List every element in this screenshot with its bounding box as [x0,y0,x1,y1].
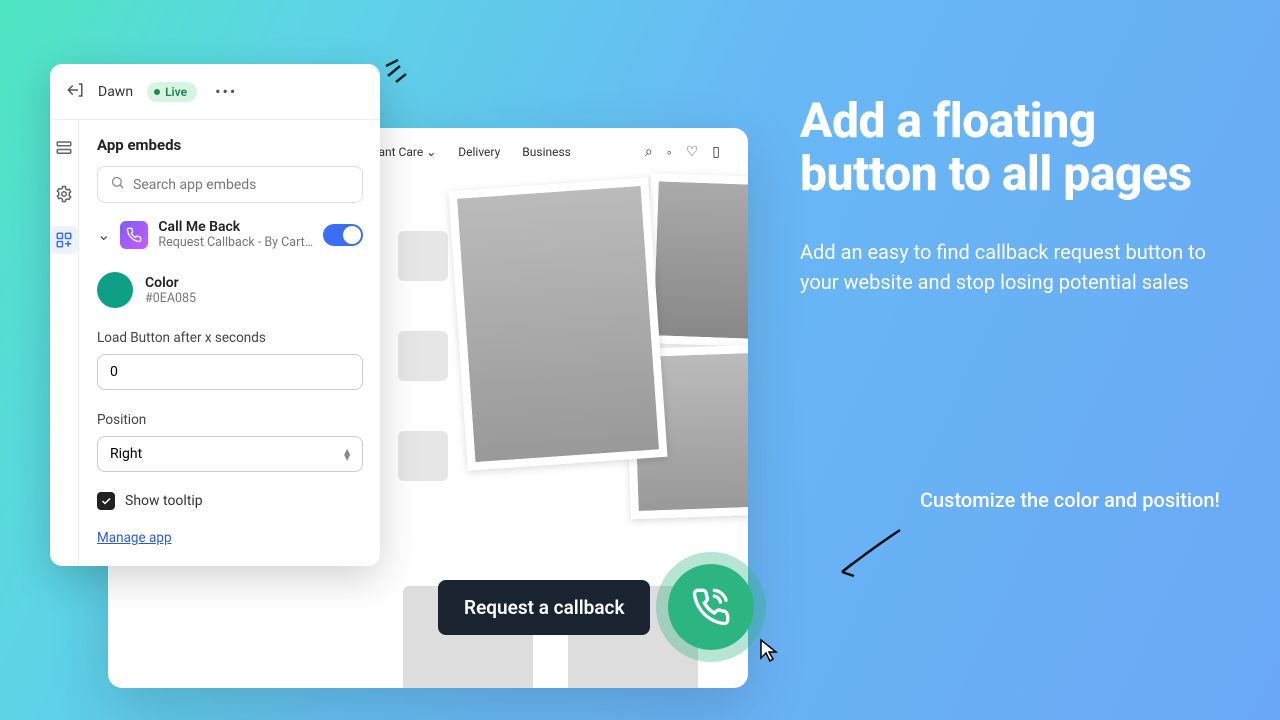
embed-title: Call Me Back [158,219,313,235]
manage-app-link[interactable]: Manage app [97,530,172,546]
rail-apps-icon[interactable] [50,226,78,254]
callback-button[interactable] [668,564,754,650]
color-label: Color [145,275,196,291]
photo [448,177,667,470]
callback-tooltip: Request a callback [438,580,650,635]
color-setting[interactable]: Color #0EA085 [97,272,363,308]
cursor-icon [758,638,782,664]
search-placeholder: Search app embeds [133,177,256,193]
position-select[interactable]: Right ▴▾ [97,436,363,472]
panel-content: App embeds Search app embeds ⌄ Call Me B… [79,120,380,566]
embed-toggle[interactable] [323,224,363,246]
floating-callback: Request a callback [438,564,754,650]
marketing-copy: Add a floating button to all pages Add a… [800,95,1230,297]
show-tooltip-row[interactable]: Show tooltip [97,492,363,510]
chevron-down-icon: ⌄ [97,225,110,244]
heart-icon[interactable]: ♡ [686,144,699,161]
chevron-down-icon: ⌄ [426,145,436,159]
spark-decoration [382,46,422,86]
bag-icon[interactable]: ▯ [712,144,720,161]
subheadline: Add an easy to find callback request but… [800,237,1230,297]
load-delay-label: Load Button after x seconds [97,330,363,346]
thumb [398,331,448,381]
live-badge: Live [147,82,197,102]
color-hex: #0EA085 [145,291,196,306]
app-icon [120,221,148,249]
exit-icon[interactable] [66,81,84,103]
panel-header: Dawn Live ••• [50,64,380,120]
position-value: Right [110,446,142,462]
thumb [398,231,448,281]
search-icon[interactable]: ⌕ [645,144,653,161]
nav-delivery[interactable]: Delivery [458,145,500,159]
theme-editor-panel: Dawn Live ••• App embeds Search app embe… [50,64,380,566]
account-icon[interactable]: ◦ [667,144,672,161]
side-rail [50,120,79,566]
theme-name: Dawn [98,84,133,100]
search-icon [110,175,125,194]
nav-business[interactable]: Business [522,145,571,159]
arrow-annotation [830,520,910,590]
show-tooltip-checkbox[interactable] [97,492,115,510]
position-label: Position [97,412,363,428]
rail-settings-icon[interactable] [50,180,78,208]
headline: Add a floating button to all pages [800,95,1230,201]
color-swatch[interactable] [97,272,133,308]
load-delay-input[interactable] [97,354,363,390]
photo [645,173,748,349]
section-title: App embeds [97,136,363,154]
more-menu[interactable]: ••• [215,82,237,101]
rail-sections-icon[interactable] [50,134,78,162]
embed-subtitle: Request Callback - By Cart… [158,235,313,250]
thumb [398,431,448,481]
select-caret-icon: ▴▾ [344,448,350,460]
phone-icon [691,587,731,627]
callout-text: Customize the color and position! [920,486,1220,514]
app-embed-row[interactable]: ⌄ Call Me Back Request Callback - By Car… [97,219,363,250]
show-tooltip-label: Show tooltip [125,493,203,509]
search-input[interactable]: Search app embeds [97,166,363,203]
